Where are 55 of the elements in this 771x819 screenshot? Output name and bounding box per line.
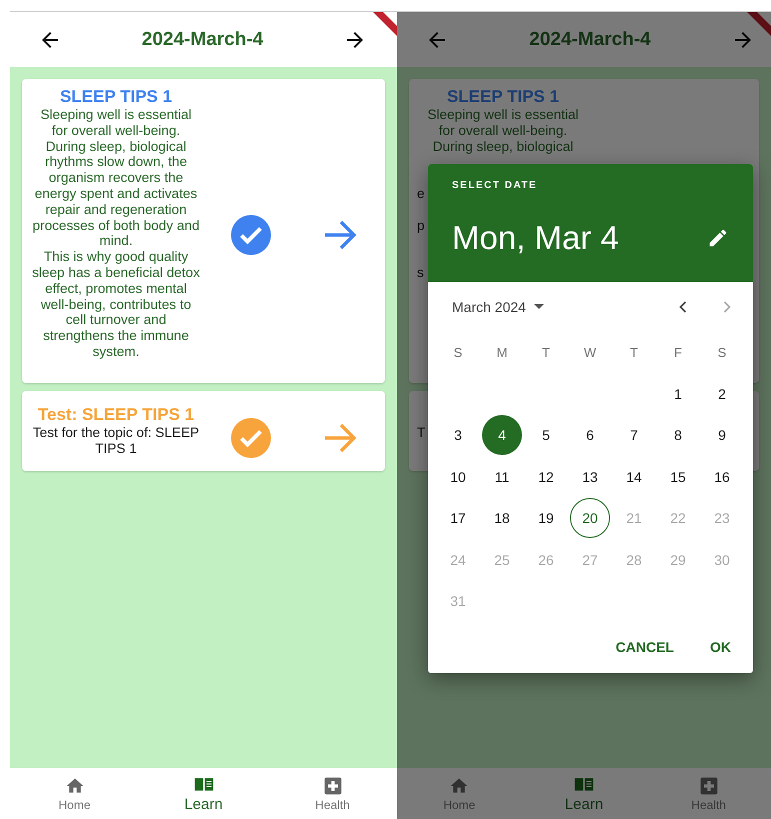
lesson-card[interactable]: Test: SLEEP TIPS 1 Test for the topic of: SLEEP TIPS 1 <box>22 391 385 471</box>
medical-plus-icon <box>698 776 719 796</box>
nav-tab[interactable]: Home <box>30 768 120 819</box>
home-icon <box>64 776 84 796</box>
calendar-day[interactable]: 5 <box>526 415 566 456</box>
calendar-day[interactable]: 1 <box>658 374 698 414</box>
calendar-day[interactable]: 2 <box>702 374 742 414</box>
lesson-description: Test for the topic of: SLEEP TIPS 1 <box>32 425 200 457</box>
weekday-label: F <box>674 345 682 360</box>
nav-tab[interactable]: Learn <box>158 768 248 819</box>
calendar-day[interactable]: 13 <box>570 456 610 497</box>
partial-text: s <box>417 264 424 280</box>
dialog-button[interactable]: CANCEL <box>602 629 688 665</box>
edit-pencil-icon[interactable] <box>707 227 729 249</box>
caret-icon <box>534 304 544 310</box>
medical-plus-icon <box>322 776 342 796</box>
lesson-description: Sleeping well is essential for overall well-being. During sleep, biological rhythms slow down, the organism recovers the energy spent and activates repair and regeneration processes of both body and mind. This is why good quality sleep has a beneficial detox effect, promotes mental well-being, contributes to cell turnover and strengthens the immune system. <box>31 107 201 360</box>
lesson-title: Test: SLEEP TIPS 1 <box>36 405 196 425</box>
date-title: 2024-March-4 <box>529 28 651 50</box>
nav-tab[interactable]: Health <box>288 768 378 819</box>
calendar-day[interactable]: 16 <box>702 456 742 497</box>
partial-text: e <box>417 186 425 201</box>
partial-text: p <box>417 218 425 233</box>
calendar-day[interactable]: 8 <box>658 415 698 456</box>
dialog-button[interactable]: OK <box>696 629 745 665</box>
calendar-day[interactable]: 3 <box>438 415 478 456</box>
lesson-description: Sleeping well is essential for overall well-being. During sleep, biological <box>426 107 580 154</box>
calendar-day[interactable]: 10 <box>438 456 478 497</box>
home-icon <box>449 776 470 796</box>
lesson-card[interactable] <box>22 79 385 383</box>
calendar-day[interactable]: 6 <box>570 415 610 456</box>
date-title: 2024-March-4 <box>142 28 264 50</box>
calendar-day[interactable]: 12 <box>526 456 566 497</box>
dialog-heading: SELECT DATE <box>452 180 538 191</box>
calendar-day[interactable]: 4 <box>482 415 522 456</box>
calendar-day[interactable]: 14 <box>614 456 654 497</box>
partial-text: T <box>417 425 426 440</box>
calendar-day[interactable]: 18 <box>482 498 522 538</box>
lesson-title: SLEEP TIPS 1 <box>446 87 560 107</box>
calendar-day[interactable]: 17 <box>438 498 478 538</box>
calendar-day[interactable]: 7 <box>614 415 654 456</box>
lesson-title: SLEEP TIPS 1 <box>58 87 174 107</box>
weekday-label: S <box>454 345 462 360</box>
month-dropdown[interactable]: March 2024 <box>452 299 544 315</box>
selected-date: Mon, Mar 4 <box>452 219 619 257</box>
calendar-day[interactable]: 19 <box>526 498 566 538</box>
weekday-label: T <box>542 345 550 360</box>
calendar-day[interactable]: 20 <box>570 498 610 538</box>
calendar-day[interactable]: 15 <box>658 456 698 497</box>
calendar-day[interactable]: 9 <box>702 415 742 456</box>
weekday-label: T <box>630 345 638 360</box>
weekday-label: W <box>584 345 596 360</box>
weekday-label: M <box>496 345 508 360</box>
weekday-label: S <box>718 345 726 360</box>
calendar-day[interactable]: 11 <box>482 456 522 497</box>
